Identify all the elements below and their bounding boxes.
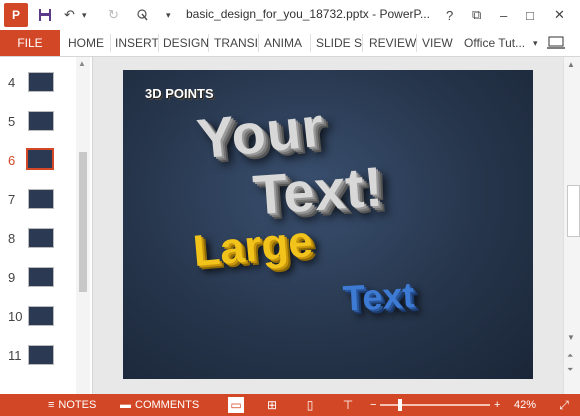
slide-thumbnail[interactable]: 5	[0, 111, 80, 135]
slide-thumbnail-image	[28, 189, 54, 209]
save-icon[interactable]	[38, 4, 52, 26]
slide-thumbnail[interactable]: 9	[0, 267, 80, 291]
ribbon-tabs: FILE HOME INSERT DESIGN TRANSI ANIMA SLI…	[0, 30, 580, 57]
undo-icon[interactable]: ↶	[64, 4, 75, 26]
scrollbar-thumb[interactable]	[567, 185, 580, 237]
tab-divider	[310, 34, 311, 52]
scroll-down-icon[interactable]: ▼	[567, 333, 575, 342]
redo-icon[interactable]: ↻	[108, 4, 119, 26]
comment-icon: ▬	[120, 399, 131, 411]
tab-slide-show[interactable]: SLIDE S	[316, 30, 362, 56]
slide-number: 6	[8, 153, 16, 168]
account-name[interactable]: Office Tut...	[464, 30, 525, 56]
slide-number: 4	[8, 75, 16, 90]
tab-transitions[interactable]: TRANSI	[214, 30, 258, 56]
customize-dropdown-icon[interactable]: ▾	[166, 4, 171, 26]
slide-sorter-icon[interactable]: ⊞	[264, 397, 280, 413]
ribbon-display-options-icon[interactable]: ⧉	[472, 4, 481, 26]
laptop-icon[interactable]	[546, 30, 566, 56]
notes-button[interactable]: ≡ NOTES	[48, 394, 96, 416]
tab-design[interactable]: DESIGN	[163, 30, 209, 56]
slide-editor: 3D POINTS Your Text! Large Text	[93, 57, 563, 394]
slide-thumbnail-image	[28, 345, 54, 365]
slide-number: 11	[8, 348, 22, 363]
status-bar: ≡ NOTES ▬ COMMENTS ▭ ⊞ ▯ ⊤ − + 42% ⤢	[0, 394, 580, 416]
slide-3d-text-text[interactable]: Text!	[251, 154, 385, 228]
tab-home[interactable]: HOME	[68, 30, 104, 56]
scroll-up-icon[interactable]: ▲	[78, 59, 86, 68]
normal-view-icon[interactable]: ▭	[228, 397, 244, 413]
slide-thumbnail[interactable]: 11	[0, 345, 80, 369]
slide-thumbnail[interactable]: 10	[0, 306, 80, 330]
slide-3d-text-small[interactable]: Text	[342, 274, 415, 320]
tab-divider	[416, 34, 417, 52]
zoom-level[interactable]: 42%	[514, 394, 536, 416]
tab-divider	[208, 34, 209, 52]
tab-divider	[362, 34, 363, 52]
zoom-out-button[interactable]: −	[370, 394, 376, 416]
notes-icon: ≡	[48, 399, 55, 411]
slide-thumbnail-active[interactable]: 6	[0, 148, 80, 174]
slide-number: 5	[8, 114, 16, 129]
close-button[interactable]: ✕	[554, 4, 565, 26]
tab-view[interactable]: VIEW	[422, 30, 453, 56]
slide-show-icon[interactable]: ⊤	[340, 397, 356, 413]
slide-thumbnail[interactable]: 4	[0, 72, 80, 96]
tab-divider	[158, 34, 159, 52]
touch-mode-icon[interactable]	[136, 4, 150, 26]
scrollbar-thumb[interactable]	[79, 152, 87, 292]
tab-insert[interactable]: INSERT	[115, 30, 159, 56]
slide-label-text[interactable]: 3D POINTS	[145, 86, 214, 101]
slide-thumbnail-image	[28, 228, 54, 248]
scroll-up-icon[interactable]: ▲	[567, 60, 575, 69]
slide-thumbnail-image	[26, 148, 54, 170]
tab-animations[interactable]: ANIMA	[264, 30, 302, 56]
slide-thumbnail[interactable]: 7	[0, 189, 80, 213]
slide-number: 8	[8, 231, 16, 246]
notes-label: NOTES	[58, 399, 97, 411]
comments-label: COMMENTS	[135, 399, 200, 411]
zoom-slider-knob[interactable]	[398, 399, 402, 411]
slide-number: 7	[8, 192, 16, 207]
slide-thumbnail-image	[28, 111, 54, 131]
slide-thumbnail-image	[28, 306, 54, 326]
zoom-slider[interactable]	[380, 404, 490, 406]
title-bar: P ↶ ▾ ↻ ▾ basic_design_for_you_18732.ppt…	[0, 0, 580, 30]
slide-thumbnail-image	[28, 267, 54, 287]
comments-button[interactable]: ▬ COMMENTS	[120, 394, 199, 416]
file-tab[interactable]: FILE	[0, 30, 60, 56]
reading-view-icon[interactable]: ▯	[302, 397, 318, 413]
tab-review[interactable]: REVIEW	[369, 30, 416, 56]
help-button[interactable]: ?	[446, 4, 453, 26]
zoom-in-button[interactable]: +	[494, 394, 500, 416]
tab-divider	[258, 34, 259, 52]
fit-slide-icon[interactable]: ⤢	[556, 397, 572, 413]
slide-thumbnail-image	[28, 72, 54, 92]
slide-thumbnail-pane: 4 5 6 7 8 9 10 11 ▲	[0, 57, 93, 394]
undo-dropdown-icon[interactable]: ▾	[82, 4, 87, 26]
slide-3d-text-large[interactable]: Large	[191, 217, 315, 277]
slide-number: 9	[8, 270, 16, 285]
next-slide-icon[interactable]: ⏷	[567, 365, 573, 375]
minimize-button[interactable]: –	[500, 4, 507, 26]
account-dropdown-icon[interactable]: ▾	[533, 30, 538, 56]
slide-canvas[interactable]: 3D POINTS Your Text! Large Text	[123, 70, 533, 379]
maximize-button[interactable]: □	[526, 4, 534, 26]
editor-scrollbar[interactable]: ▲ ▼ ⏶ ⏷	[563, 57, 580, 394]
powerpoint-app-icon[interactable]: P	[4, 3, 28, 27]
window-title: basic_design_for_you_18732.pptx - PowerP…	[186, 7, 430, 21]
slide-number: 10	[8, 309, 23, 324]
thumbnail-scrollbar[interactable]: ▲	[76, 57, 90, 394]
slide-thumbnail[interactable]: 8	[0, 228, 80, 252]
tab-divider	[110, 34, 111, 52]
previous-slide-icon[interactable]: ⏶	[567, 351, 573, 361]
